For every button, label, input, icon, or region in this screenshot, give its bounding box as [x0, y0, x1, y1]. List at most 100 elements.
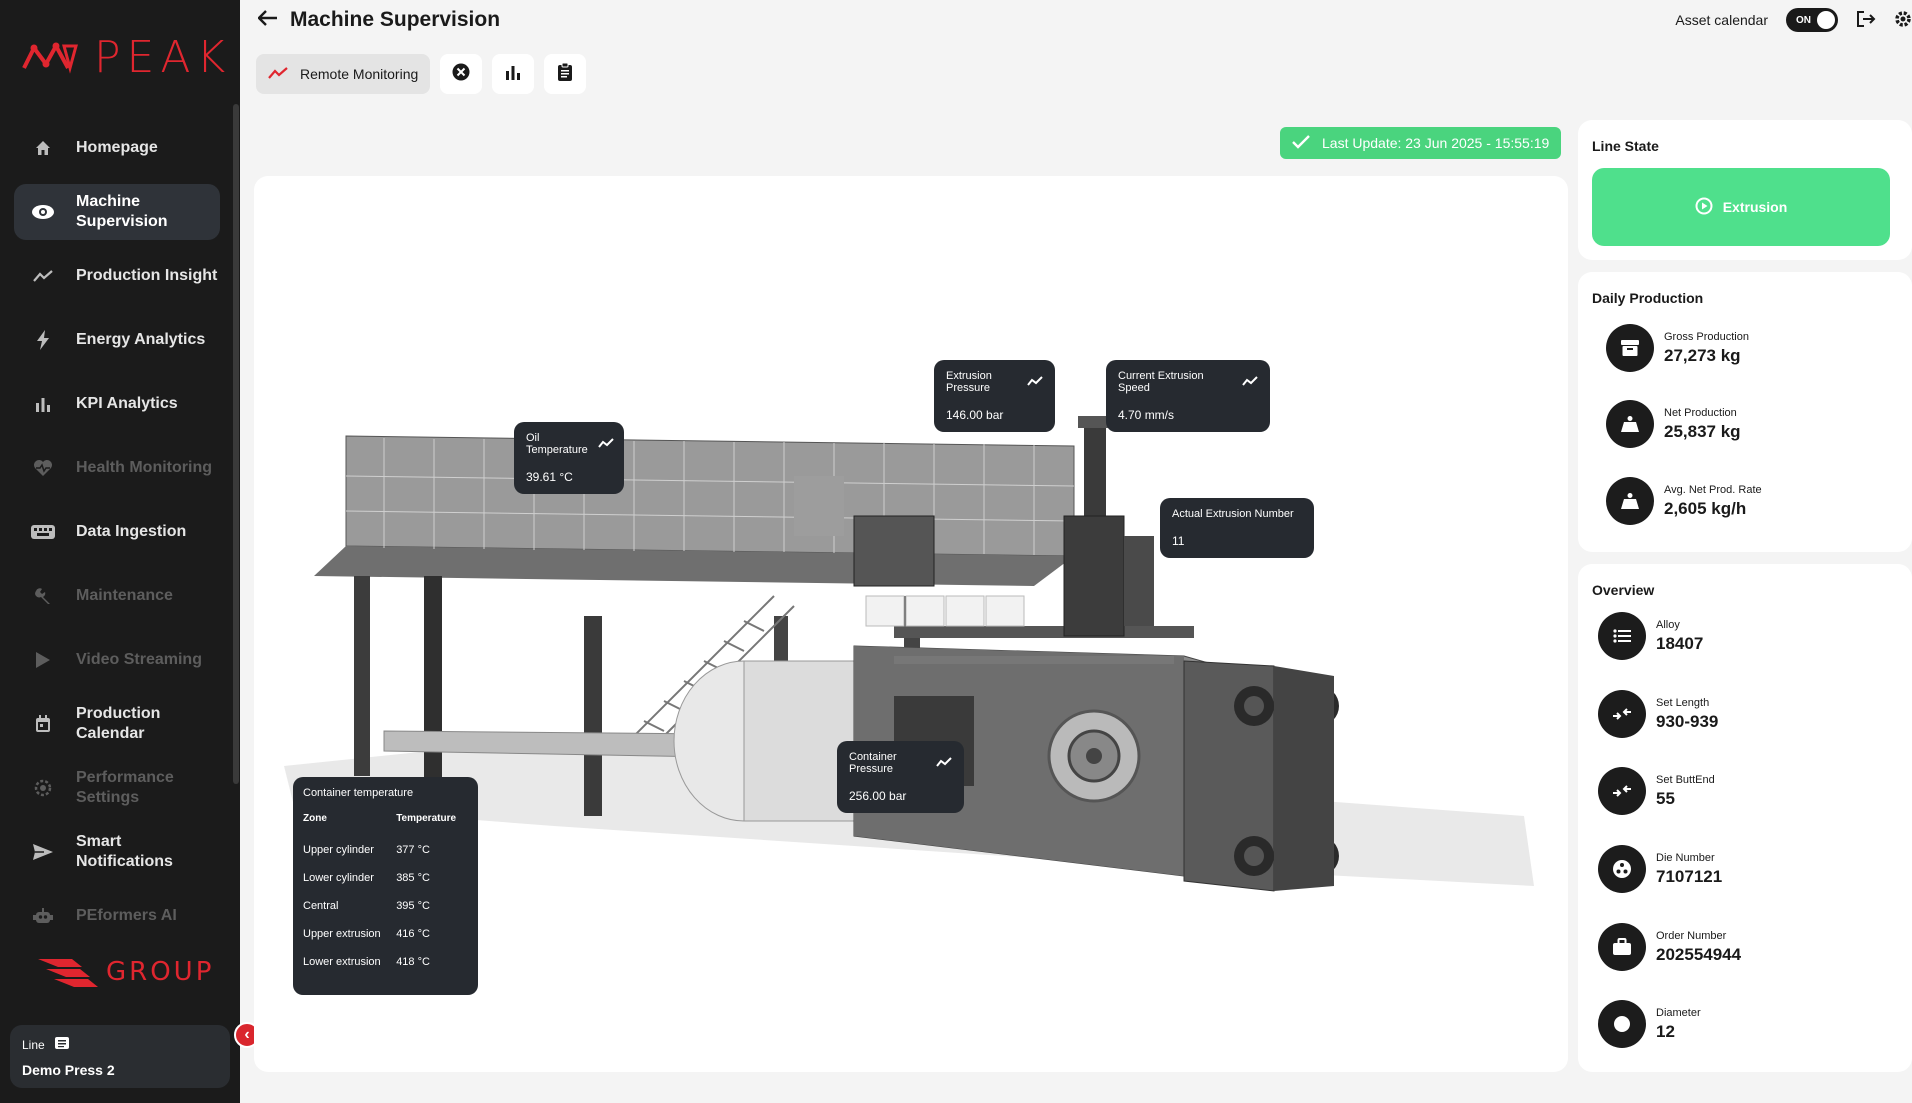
trend-icon [30, 263, 56, 289]
sidebar-item-label: Machine Supervision [76, 193, 168, 230]
sidebar-item-kpi-analytics[interactable]: KPI Analytics [14, 376, 220, 432]
temperature-cell: 395 °C [396, 900, 430, 912]
stat-label: Set ButtEnd [1656, 773, 1715, 786]
stat-value: 12 [1656, 1021, 1675, 1041]
actual-extrusion-number-value: 11 [1172, 534, 1185, 548]
robot-icon [30, 903, 56, 929]
sidebar-item-production-calendar[interactable]: Production Calendar [14, 696, 220, 752]
tab-remote-monitoring[interactable]: Remote Monitoring [256, 54, 431, 94]
home-icon [30, 135, 56, 161]
report-button[interactable] [544, 54, 587, 94]
sidebar-item-label: Energy Analytics [76, 331, 206, 348]
compress-arrows-icon [1598, 767, 1646, 815]
line-selector[interactable]: Line Demo Press 2 [10, 1025, 230, 1088]
sidebar-item-label: Video Streaming [76, 651, 202, 668]
sidebar-item-label: Smart Notifications [76, 833, 173, 870]
header-actions: Asset calendar ON [1675, 8, 1912, 32]
sidebar: PEAK Homepage Machine Supervision Produc… [0, 0, 240, 1103]
stat-label: Die Number [1656, 851, 1715, 864]
weight-icon [1606, 477, 1654, 525]
oil-temperature-tooltip[interactable]: Oil Temperature 39.61 °C [514, 422, 624, 494]
sidebar-item-performance-settings[interactable]: Performance Settings [14, 760, 220, 816]
column-header: Temperature [396, 813, 457, 824]
container-pressure-tooltip[interactable]: Container Pressure 256.00 bar [837, 741, 964, 813]
current-extrusion-speed-tooltip[interactable]: Current Extrusion Speed 4.70 mm/s [1106, 360, 1270, 432]
last-update-text: Last Update: 23 Jun 2025 - 15:55:19 [1322, 135, 1550, 151]
die-number-stat: Die Number 7107121 [1598, 845, 1722, 893]
table-row: Lower extrusion 418 °C [303, 948, 468, 976]
temperature-cell: 377 °C [396, 844, 430, 856]
set-length-stat: Set Length 930-939 [1598, 690, 1718, 738]
die-icon [1598, 845, 1646, 893]
sidebar-item-machine-supervision[interactable]: Machine Supervision [14, 184, 220, 240]
trend-icon[interactable] [936, 756, 952, 771]
peak-logo-icon [22, 42, 78, 74]
sidebar-item-label: Data Ingestion [76, 523, 187, 540]
group-logo-text: GROUP [106, 957, 215, 987]
back-arrow-icon[interactable] [257, 8, 278, 32]
sidebar-item-production-insight[interactable]: Production Insight [14, 248, 220, 304]
list-icon [1598, 612, 1646, 660]
page-header: Machine Supervision [257, 8, 501, 32]
current-extrusion-speed-value: 4.70 mm/s [1118, 408, 1175, 422]
bar-chart-icon [30, 391, 56, 417]
calendar-icon [30, 711, 56, 737]
trend-icon[interactable] [1242, 375, 1258, 390]
compress-arrows-icon [1598, 690, 1646, 738]
diameter-stat: Diameter 12 [1598, 1000, 1701, 1048]
wrench-icon [30, 583, 56, 609]
close-circle-icon [452, 63, 470, 86]
last-update-badge: Last Update: 23 Jun 2025 - 15:55:19 [1280, 127, 1562, 159]
sidebar-item-health-monitoring[interactable]: Health Monitoring [14, 440, 220, 496]
trend-icon[interactable] [1027, 375, 1043, 390]
tooltip-label: Actual Extrusion Number [1172, 508, 1294, 520]
asset-calendar-toggle[interactable]: ON [1786, 8, 1838, 32]
logout-icon[interactable] [1856, 10, 1876, 31]
sidebar-item-smart-notifications[interactable]: Smart Notifications [14, 824, 220, 880]
stat-label: Alloy [1656, 618, 1680, 631]
sidebar-item-peformers-ai[interactable]: PEformers AI [14, 888, 220, 944]
sidebar-scrollbar[interactable] [233, 104, 239, 784]
stat-label: Order Number [1656, 929, 1727, 942]
stat-label: Avg. Net Prod. Rate [1664, 483, 1762, 496]
stat-value: 930-939 [1656, 711, 1719, 731]
container-pressure-value: 256.00 bar [849, 789, 907, 803]
clipboard-icon [557, 62, 573, 86]
chart-button[interactable] [492, 54, 535, 94]
actual-extrusion-number-tooltip[interactable]: Actual Extrusion Number 11 [1160, 498, 1314, 558]
bar-chart-icon [505, 64, 521, 85]
gear-icon[interactable] [1894, 10, 1912, 31]
close-button[interactable] [440, 54, 483, 94]
zone-cell: Upper extrusion [303, 928, 381, 940]
stat-label: Net Production [1664, 406, 1737, 419]
list-icon[interactable] [54, 1037, 69, 1052]
page-title: Machine Supervision [290, 8, 501, 31]
tab-label: Remote Monitoring [300, 66, 419, 82]
extrusion-pressure-tooltip[interactable]: Extrusion Pressure 146.00 bar [934, 360, 1055, 432]
stat-label: Diameter [1656, 1006, 1701, 1019]
daily-production-title: Daily Production [1592, 290, 1704, 306]
sidebar-item-homepage[interactable]: Homepage [14, 120, 220, 176]
zone-cell: Lower extrusion [303, 956, 381, 968]
sidebar-item-energy-analytics[interactable]: Energy Analytics [14, 312, 220, 368]
weight-icon [1606, 400, 1654, 448]
alloy-stat: Alloy 18407 [1598, 612, 1703, 660]
zone-cell: Upper cylinder [303, 844, 374, 856]
sidebar-item-label: Production Calendar [76, 705, 161, 742]
asset-calendar-label: Asset calendar [1675, 12, 1768, 28]
group-logo: GROUP [38, 955, 214, 989]
column-header: Zone [303, 813, 327, 824]
trend-icon[interactable] [597, 437, 614, 452]
chevron-left-icon: ‹ [244, 1026, 250, 1043]
peak-logo[interactable]: PEAK [20, 32, 231, 83]
sidebar-item-data-ingestion[interactable]: Data Ingestion [14, 504, 220, 560]
line-state-indicator[interactable]: Extrusion [1592, 168, 1890, 246]
temperature-cell: 416 °C [396, 928, 430, 940]
sidebar-item-video-streaming[interactable]: Video Streaming [14, 632, 220, 688]
gross-production-stat: Gross Production 27,273 kg [1606, 324, 1749, 372]
tooltip-label: Oil Temperature [526, 432, 588, 456]
sidebar-item-maintenance[interactable]: Maintenance [14, 568, 220, 624]
trend-icon [268, 66, 288, 83]
briefcase-icon [1598, 923, 1646, 971]
overview-card: Overview Alloy 18407 Set Length 930-939 … [1578, 564, 1912, 1072]
